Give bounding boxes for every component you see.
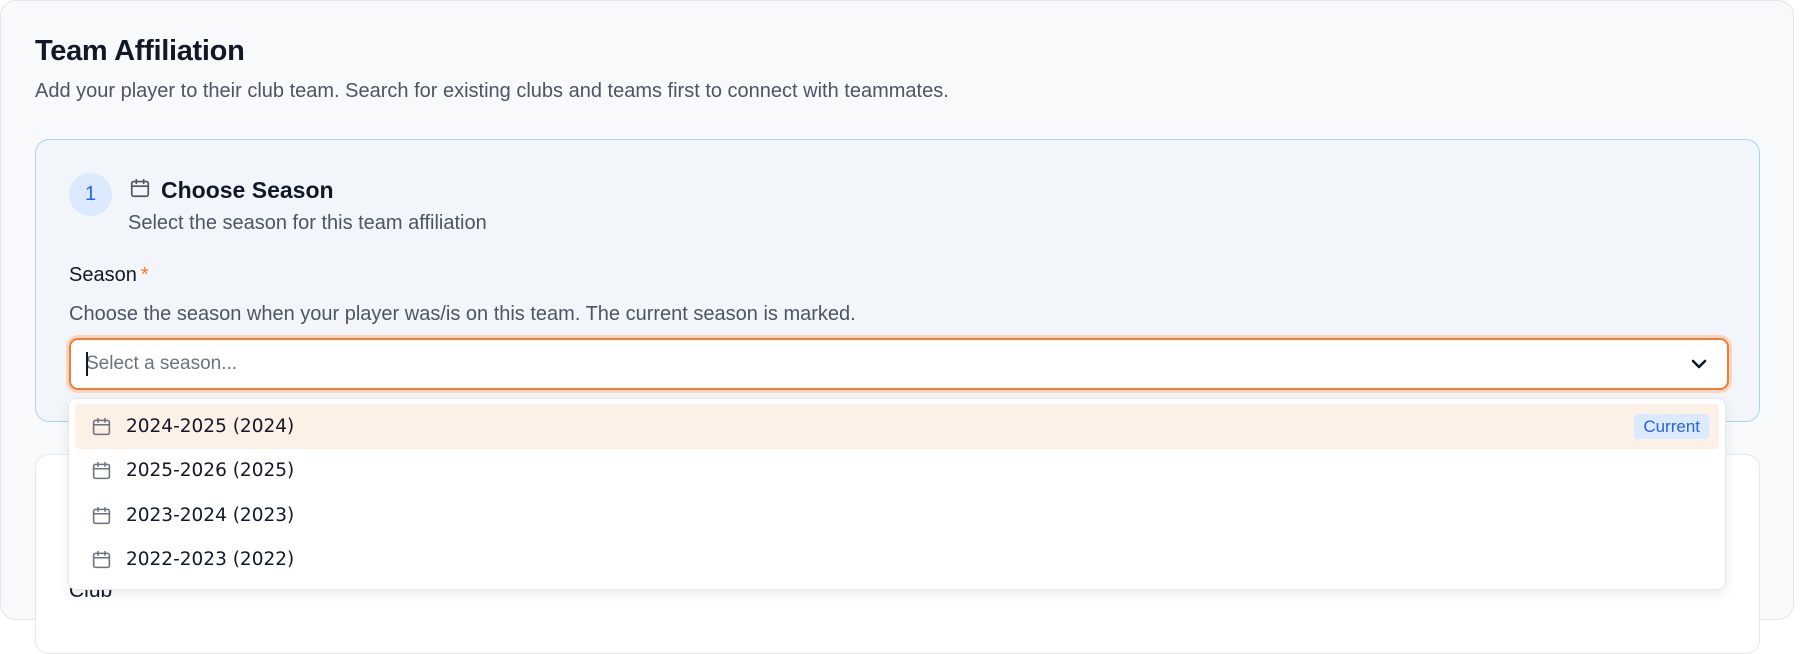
page-title: Team Affiliation	[35, 35, 245, 67]
season-search-input[interactable]	[71, 340, 1687, 388]
season-option[interactable]: 2022-2023 (2022)	[75, 538, 1719, 583]
season-field-label: Season *	[69, 264, 149, 287]
season-option[interactable]: 2024-2025 (2024) Current	[75, 404, 1719, 449]
season-option-label: 2025-2026 (2025)	[126, 460, 295, 482]
required-mark: *	[140, 264, 149, 286]
step-title: Choose Season	[161, 177, 334, 203]
season-label-text: Season	[69, 264, 137, 286]
chevron-down-icon[interactable]	[1687, 352, 1711, 376]
season-option-label: 2022-2023 (2022)	[126, 549, 295, 571]
season-option[interactable]: 2023-2024 (2023)	[75, 493, 1719, 538]
calendar-icon	[91, 549, 112, 570]
page-subtitle: Add your player to their club team. Sear…	[35, 80, 949, 102]
calendar-icon	[130, 178, 150, 198]
season-dropdown-menu: 2024-2025 (2024) Current 2025-2026 (2025) 2…	[68, 398, 1726, 590]
current-season-badge: Current	[1634, 414, 1709, 439]
calendar-icon	[91, 505, 112, 526]
calendar-icon	[91, 416, 112, 437]
step-number-badge: 1	[69, 173, 112, 216]
season-select[interactable]	[69, 338, 1729, 390]
season-option-label: 2023-2024 (2023)	[126, 504, 295, 526]
step-description: Select the season for this team affiliat…	[128, 212, 487, 234]
text-cursor	[86, 352, 88, 376]
season-field-help: Choose the season when your player was/i…	[69, 303, 856, 325]
calendar-icon	[91, 460, 112, 481]
season-option[interactable]: 2025-2026 (2025)	[75, 449, 1719, 494]
choose-season-card: 1 Choose Season Select the season for th…	[35, 139, 1760, 422]
season-option-label: 2024-2025 (2024)	[126, 415, 295, 437]
